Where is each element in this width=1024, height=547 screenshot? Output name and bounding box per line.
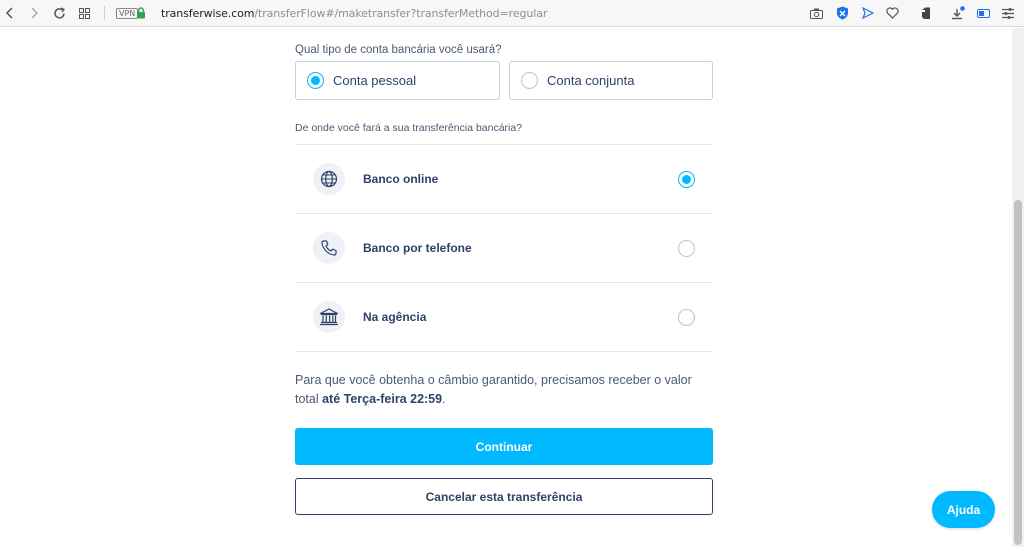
method-phone-bank[interactable]: Banco por telefone <box>295 214 713 283</box>
account-type-question: Qual tipo de conta bancária você usará? <box>295 44 502 56</box>
account-option-personal[interactable]: Conta pessoal <box>295 61 500 100</box>
transfer-method-question: De onde você fará a sua transferência ba… <box>295 122 523 134</box>
radio-online-bank[interactable] <box>678 171 695 188</box>
url-host: transferwise.com <box>161 7 255 20</box>
send-icon[interactable] <box>860 5 876 21</box>
transfer-method-list: Banco online Banco por telefone Na agênc… <box>295 144 713 352</box>
method-branch[interactable]: Na agência <box>295 283 713 352</box>
shield-icon[interactable] <box>834 5 850 21</box>
radio-phone-bank[interactable] <box>678 240 695 257</box>
help-button[interactable]: Ajuda <box>932 491 995 528</box>
cancel-transfer-button[interactable]: Cancelar esta transferência <box>295 478 713 515</box>
address-bar[interactable]: transferwise.com/transferFlow#/maketrans… <box>161 7 547 20</box>
battery-icon[interactable] <box>976 5 992 21</box>
toolbar-separator <box>104 6 105 20</box>
note-end: . <box>442 392 446 406</box>
globe-icon <box>313 163 345 195</box>
lock-icon[interactable] <box>136 6 146 19</box>
url-path: /transferFlow#/maketransfer?transferMeth… <box>254 7 548 20</box>
camera-icon[interactable] <box>808 5 824 21</box>
account-option-label: Conta conjunta <box>547 73 635 88</box>
forward-icon[interactable] <box>25 4 43 22</box>
method-label: Banco online <box>363 172 439 186</box>
heart-icon[interactable] <box>884 5 900 21</box>
account-option-label: Conta pessoal <box>333 73 417 88</box>
method-label: Na agência <box>363 310 427 324</box>
back-icon[interactable] <box>1 4 19 22</box>
phone-icon <box>313 232 345 264</box>
download-icon[interactable] <box>950 5 966 21</box>
page-scrollbar[interactable] <box>1012 28 1024 547</box>
scrollbar-thumb[interactable] <box>1014 200 1022 545</box>
radio-branch[interactable] <box>678 309 695 326</box>
note-deadline: até Terça-feira 22:59 <box>322 392 443 406</box>
reload-icon[interactable] <box>50 4 68 22</box>
bank-icon <box>313 301 345 333</box>
grid-icon[interactable] <box>75 4 93 22</box>
account-option-joint[interactable]: Conta conjunta <box>509 61 713 100</box>
browser-toolbar: VPN transferwise.com/transferFlow#/maket… <box>0 0 1024 27</box>
vpn-badge[interactable]: VPN <box>116 8 139 19</box>
menu-icon[interactable] <box>1000 5 1016 21</box>
guarantee-note: Para que você obtenha o câmbio garantido… <box>295 371 713 409</box>
continue-button[interactable]: Continuar <box>295 428 713 465</box>
method-online-bank[interactable]: Banco online <box>295 145 713 214</box>
method-label: Banco por telefone <box>363 241 472 255</box>
radio-joint[interactable] <box>521 72 538 89</box>
evernote-icon[interactable] <box>918 5 934 21</box>
radio-personal[interactable] <box>307 72 324 89</box>
